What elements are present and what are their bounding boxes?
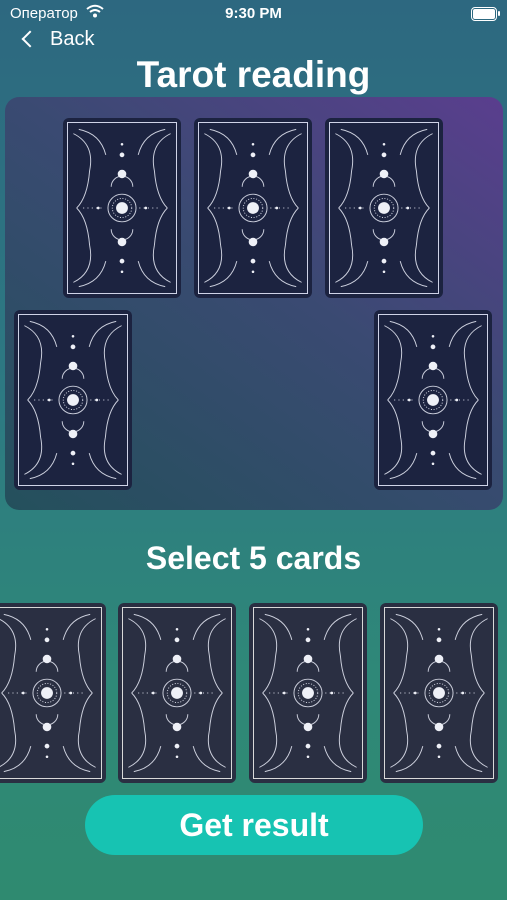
- deck-card-4[interactable]: [380, 603, 498, 783]
- spread-card-3[interactable]: [325, 118, 443, 298]
- status-bar: Оператор 9:30 PM: [0, 0, 507, 28]
- deck-card-1[interactable]: [0, 603, 106, 783]
- get-result-button[interactable]: Get result: [85, 795, 423, 855]
- deck-card-3[interactable]: [249, 603, 367, 783]
- chevron-left-icon: [21, 30, 39, 48]
- select-instruction: Select 5 cards: [145, 540, 362, 576]
- deck-card-2[interactable]: [118, 603, 236, 783]
- battery-icon: [471, 7, 500, 21]
- spread-card-2[interactable]: [194, 118, 312, 298]
- spread-card-5[interactable]: [374, 310, 492, 490]
- spread-card-1[interactable]: [63, 118, 181, 298]
- page-title: Tarot reading: [136, 54, 371, 95]
- back-label: Back: [50, 27, 95, 50]
- spread-card-4[interactable]: [14, 310, 132, 490]
- reading-board: [5, 97, 503, 510]
- status-time: 9:30 PM: [225, 5, 282, 22]
- back-button[interactable]: Back: [18, 26, 94, 52]
